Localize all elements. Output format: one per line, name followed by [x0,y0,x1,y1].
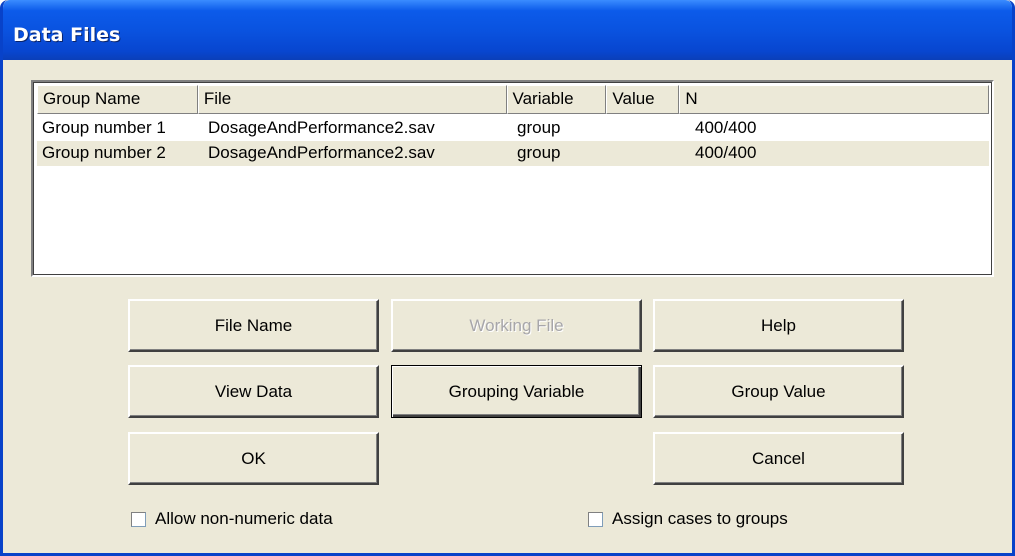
list-header: Group Name File Variable Value N [37,85,989,114]
column-header-variable[interactable]: Variable [506,85,607,114]
cell-file: DosageAndPerformance2.sav [208,143,435,162]
cell-variable: group [517,143,561,162]
cell-file: DosageAndPerformance2.sav [208,118,435,137]
cell-n: 400/400 [695,143,757,162]
column-header-group-name[interactable]: Group Name [37,85,198,114]
list-row[interactable]: Group number 1 DosageAndPerformance2.sav… [37,116,989,141]
groups-list[interactable]: Group Name File Variable Value N Group n… [31,80,994,277]
list-rows: Group number 1 DosageAndPerformance2.sav… [37,116,989,166]
column-header-file[interactable]: File [197,85,507,114]
cell-group-name: Group number 2 [42,143,166,162]
list-row[interactable]: Group number 2 DosageAndPerformance2.sav… [37,141,989,166]
checkbox-box[interactable] [588,511,603,527]
working-file-button[interactable]: Working File [391,299,642,352]
data-files-dialog: Data Files Group Name File Variable Valu… [0,0,1015,556]
cell-n: 400/400 [695,118,757,137]
cell-value [612,141,685,166]
ok-button[interactable]: OK [128,432,379,485]
assign-cases-label: Assign cases to groups [612,509,788,528]
help-button[interactable]: Help [653,299,904,352]
allow-non-numeric-label: Allow non-numeric data [155,509,333,528]
grouping-variable-button[interactable]: Grouping Variable [391,365,642,418]
assign-cases-checkbox[interactable]: Assign cases to groups [588,509,788,529]
checkbox-box[interactable] [131,511,146,527]
column-header-n[interactable]: N [679,85,989,114]
file-name-button[interactable]: File Name [128,299,379,352]
cell-group-name: Group number 1 [42,118,166,137]
window-title: Data Files [13,24,121,46]
title-bar[interactable]: Data Files [3,0,1012,60]
allow-non-numeric-checkbox[interactable]: Allow non-numeric data [131,509,333,529]
view-data-button[interactable]: View Data [128,365,379,418]
cancel-button[interactable]: Cancel [653,432,904,485]
group-value-button[interactable]: Group Value [653,365,904,418]
column-header-value[interactable]: Value [606,85,680,114]
cell-value [612,116,685,141]
cell-variable: group [517,118,561,137]
